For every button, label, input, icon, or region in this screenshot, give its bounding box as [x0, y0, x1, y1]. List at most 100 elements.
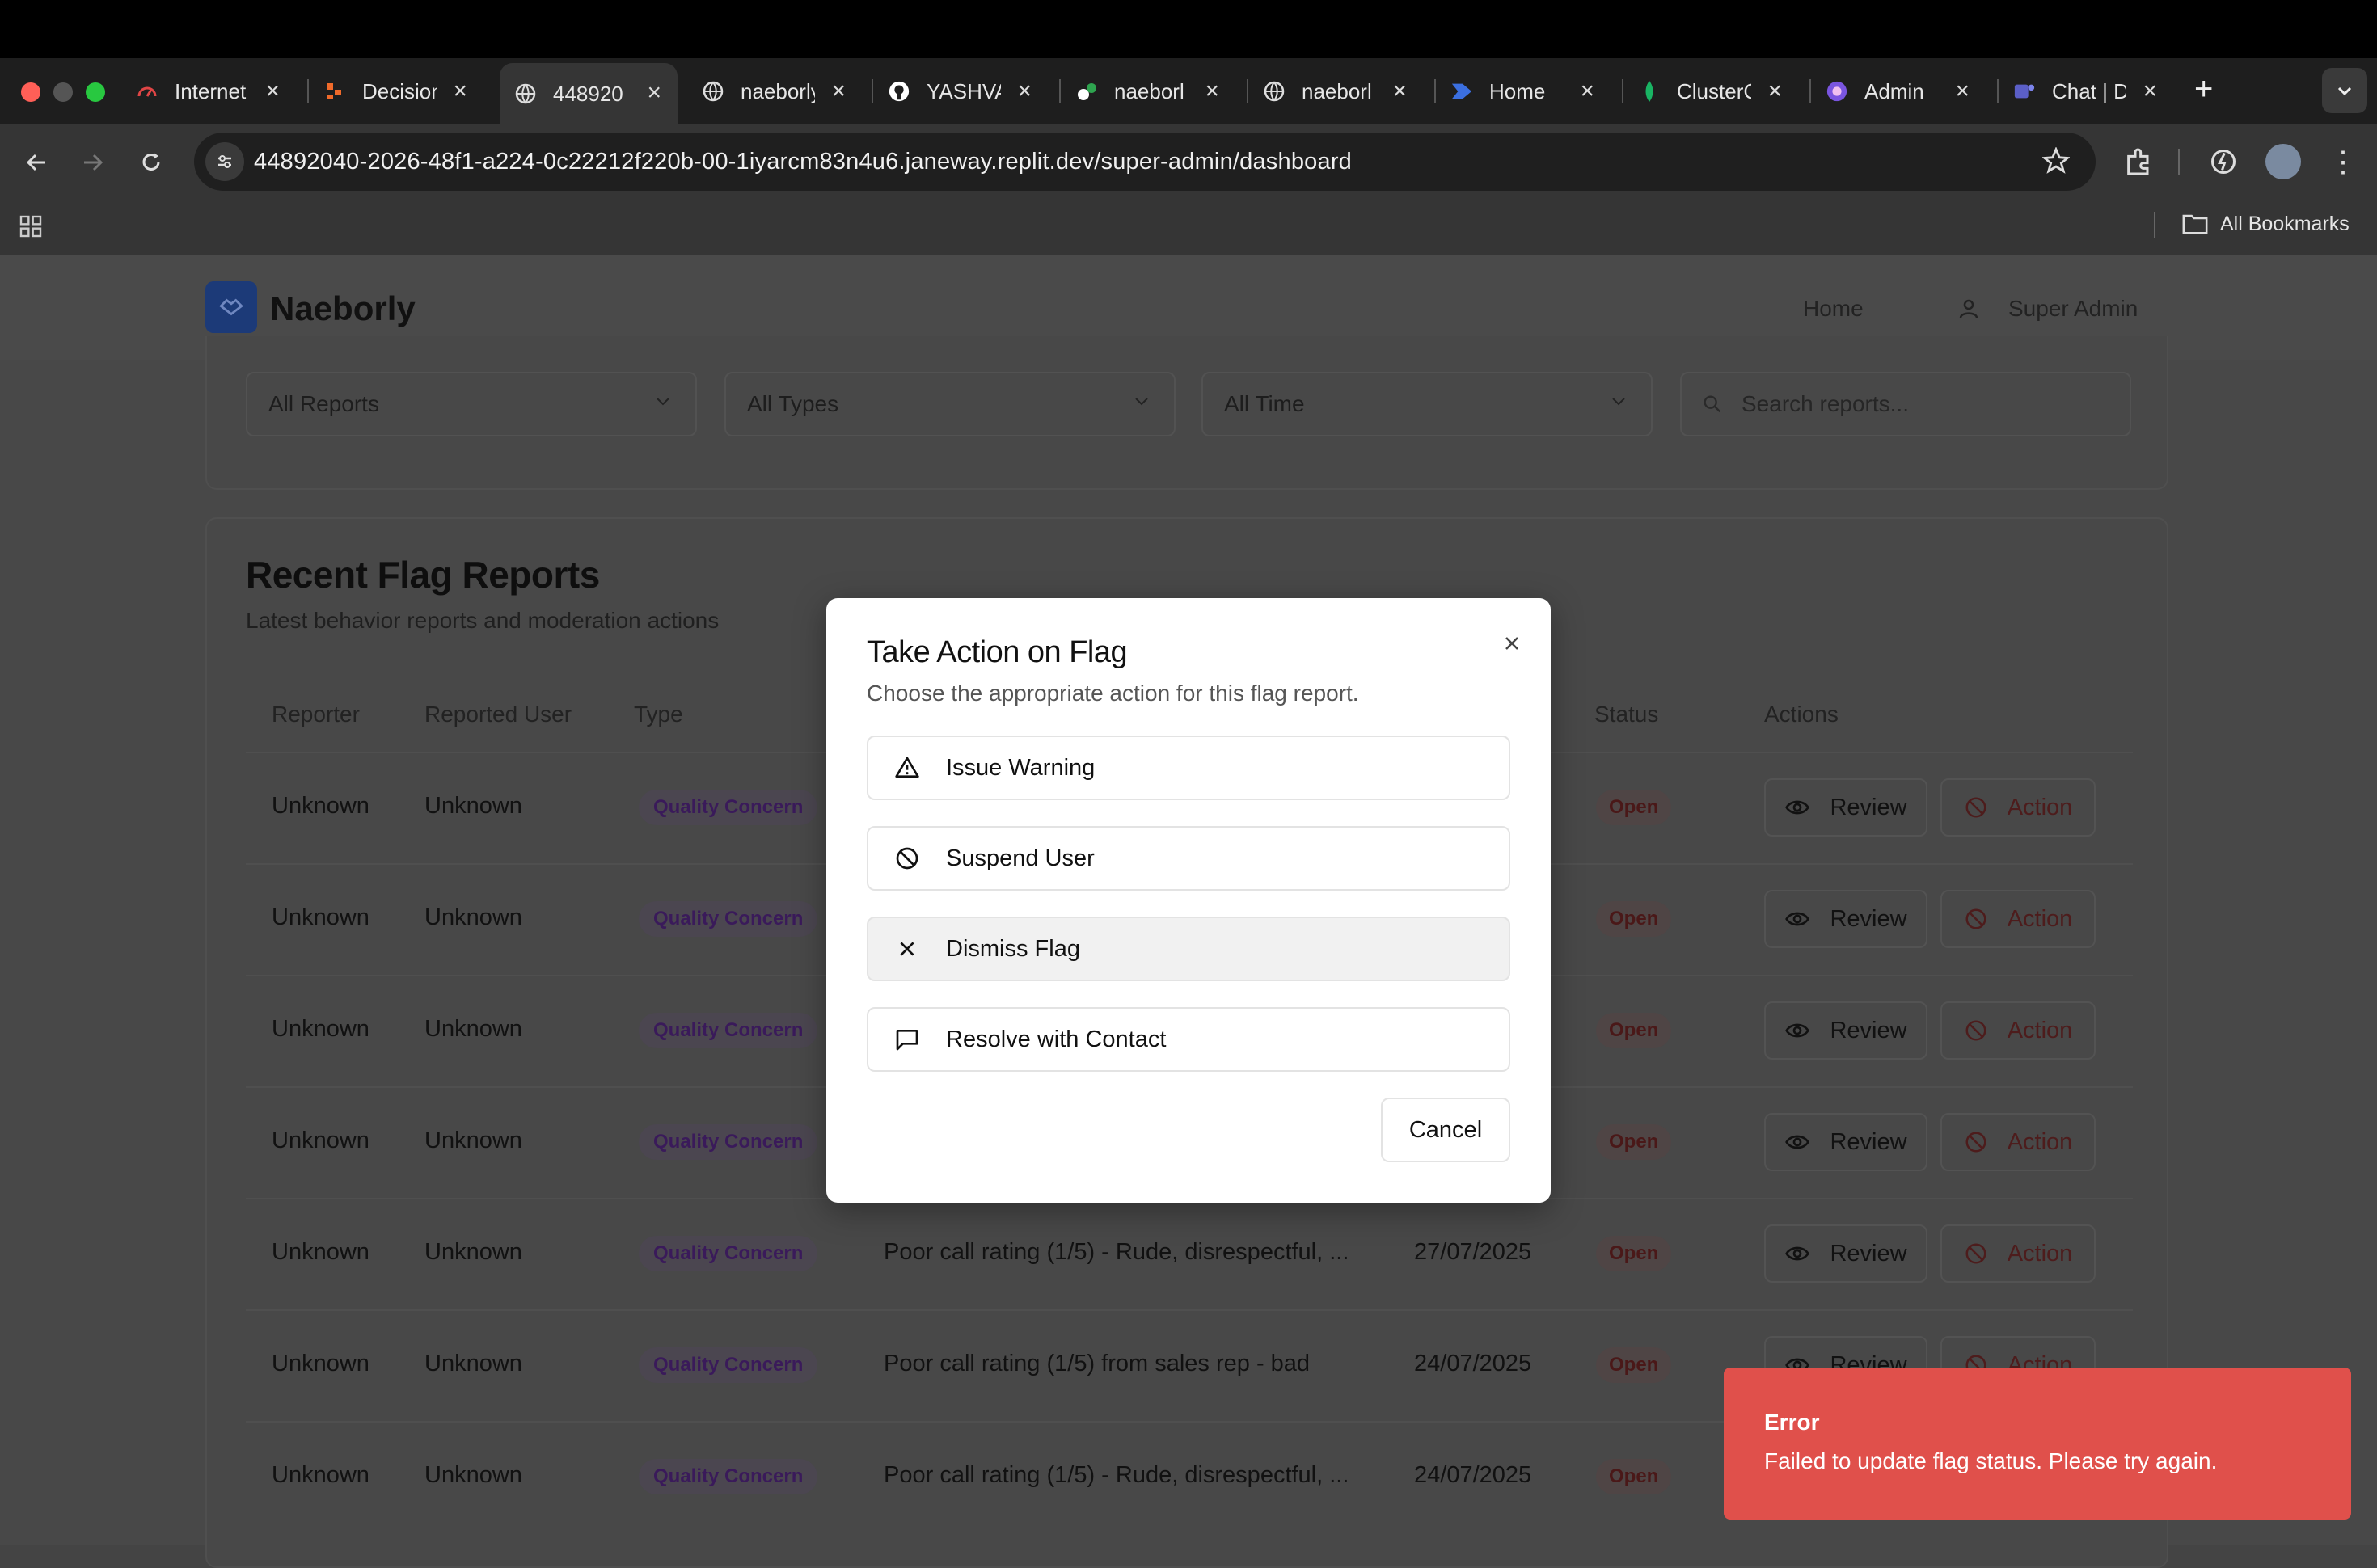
browser-tab[interactable]: Internet ×: [136, 68, 296, 115]
all-bookmarks-button[interactable]: All Bookmarks: [2181, 212, 2350, 236]
status-badge: Open: [1596, 1347, 1672, 1383]
site-info-icon[interactable]: [205, 142, 244, 181]
reported-user-cell: Unknown: [424, 1239, 522, 1265]
review-button[interactable]: Review: [1764, 890, 1927, 948]
address-bar[interactable]: 44892040-2026-48f1-a224-0c22212f220b-00-…: [194, 133, 2096, 191]
issue-warning-button[interactable]: Issue Warning: [867, 736, 1510, 800]
close-icon[interactable]: ×: [1580, 79, 1594, 103]
close-icon[interactable]: ×: [1205, 79, 1219, 103]
forward-button[interactable]: [73, 142, 113, 183]
review-button[interactable]: Review: [1764, 778, 1927, 837]
action-button[interactable]: Action: [1940, 1224, 2096, 1283]
error-toast[interactable]: Error Failed to update flag status. Plea…: [1724, 1368, 2351, 1520]
review-button[interactable]: Review: [1764, 1113, 1927, 1171]
x-icon: [868, 917, 946, 981]
action-button[interactable]: Action: [1940, 890, 2096, 948]
browser-tab[interactable]: Home ×: [1450, 68, 1611, 115]
menu-bar: [0, 0, 2377, 58]
option-label: Resolve with Contact: [946, 1026, 1167, 1052]
reported-user-cell: Unknown: [424, 793, 522, 819]
type-badge: Quality Concern: [639, 1124, 818, 1160]
admin-icon: [1826, 80, 1848, 103]
reports-filter-value: All Reports: [268, 391, 379, 416]
close-icon[interactable]: ×: [1955, 79, 1970, 103]
reporter-cell: Unknown: [272, 793, 369, 819]
tab-title: Chat | D: [2052, 78, 2126, 103]
eye-icon: [1785, 1023, 1810, 1038]
review-button[interactable]: Review: [1764, 1001, 1927, 1060]
status-badge: Open: [1596, 901, 1672, 937]
browser-tab[interactable]: Admin ×: [1826, 68, 1986, 115]
type-badge: Quality Concern: [639, 901, 818, 937]
close-icon[interactable]: ×: [647, 81, 661, 105]
close-icon[interactable]: ×: [1392, 79, 1407, 103]
extensions-icon[interactable]: [2123, 145, 2155, 182]
browser-tab[interactable]: YASHVA ×: [888, 68, 1048, 115]
action-button[interactable]: Action: [1940, 778, 2096, 837]
brand-name[interactable]: Naeborly: [270, 289, 416, 328]
column-header: Reporter: [272, 702, 360, 727]
reload-button[interactable]: [131, 142, 171, 183]
ban-icon: [1965, 908, 1986, 929]
decision-icon: [323, 80, 346, 103]
dismiss-flag-button[interactable]: Dismiss Flag: [867, 917, 1510, 981]
action-button[interactable]: Action: [1940, 1001, 2096, 1060]
chevron-down-icon: [1609, 391, 1628, 416]
resolve-with-contact-button[interactable]: Resolve with Contact: [867, 1007, 1510, 1072]
cancel-button[interactable]: Cancel: [1381, 1098, 1510, 1162]
description-cell: Poor call rating (1/5) - Rude, disrespec…: [884, 1239, 1349, 1265]
type-badge: Quality Concern: [639, 1013, 818, 1048]
close-icon[interactable]: ×: [1017, 79, 1032, 103]
review-button[interactable]: Review: [1764, 1224, 1927, 1283]
brand-logo[interactable]: [205, 281, 257, 333]
new-tab-button[interactable]: +: [2194, 73, 2213, 105]
performance-icon[interactable]: [2209, 147, 2238, 180]
apps-grid-icon[interactable]: [18, 213, 44, 243]
ban-icon: [1965, 1243, 1986, 1264]
bookmarks-bar: [0, 200, 2377, 255]
teams-icon: [2013, 80, 2036, 103]
close-icon[interactable]: ×: [265, 79, 280, 103]
search-placeholder: Search reports...: [1742, 391, 1909, 416]
action-button[interactable]: Action: [1940, 1113, 2096, 1171]
nav-home-link[interactable]: Home: [1803, 296, 1864, 322]
ban-icon: [1965, 797, 1986, 818]
close-icon[interactable]: ×: [831, 79, 846, 103]
user-menu[interactable]: Super Admin: [1957, 296, 2138, 322]
time-filter-select[interactable]: All Time: [1201, 372, 1653, 436]
all-bookmarks-label: All Bookmarks: [2220, 212, 2350, 235]
type-badge: Quality Concern: [639, 1459, 818, 1494]
browser-tab[interactable]: Decision ×: [323, 68, 483, 115]
option-label: Dismiss Flag: [946, 935, 1080, 962]
reported-user-cell: Unknown: [424, 1351, 522, 1376]
close-icon[interactable]: ×: [453, 79, 467, 103]
message-icon: [868, 1007, 946, 1072]
close-dialog-button[interactable]: [1494, 626, 1530, 661]
close-window-button[interactable]: [21, 82, 40, 102]
tab-search-button[interactable]: [2322, 68, 2367, 113]
star-icon[interactable]: [2041, 146, 2071, 179]
types-filter-select[interactable]: All Types: [724, 372, 1176, 436]
search-input[interactable]: Search reports...: [1680, 372, 2131, 436]
close-icon[interactable]: ×: [2143, 79, 2157, 103]
browser-tab[interactable]: naeborly ×: [702, 68, 862, 115]
warning-triangle-icon: [868, 736, 946, 800]
browser-tab[interactable]: naeborl ×: [1263, 68, 1423, 115]
date-cell: 27/07/2025: [1414, 1239, 1532, 1265]
back-button[interactable]: [16, 142, 57, 183]
time-filter-value: All Time: [1224, 391, 1305, 416]
browser-tab-active[interactable]: 448920 ×: [500, 63, 678, 124]
browser-tab[interactable]: ClusterC ×: [1638, 68, 1798, 115]
status-badge: Open: [1596, 1124, 1672, 1160]
avatar[interactable]: [2265, 144, 2301, 179]
kebab-menu-icon[interactable]: ⋮: [2328, 144, 2358, 179]
reports-filter-select[interactable]: All Reports: [246, 372, 697, 436]
browser-tab[interactable]: Chat | D ×: [2013, 68, 2173, 115]
browser-tab[interactable]: naeborl ×: [1075, 68, 1235, 115]
maximize-window-button[interactable]: [86, 82, 105, 102]
type-badge: Quality Concern: [639, 790, 818, 825]
close-icon[interactable]: ×: [1767, 79, 1782, 103]
reload-icon: [142, 153, 160, 171]
minimize-window-button[interactable]: [53, 82, 73, 102]
suspend-user-button[interactable]: Suspend User: [867, 826, 1510, 891]
